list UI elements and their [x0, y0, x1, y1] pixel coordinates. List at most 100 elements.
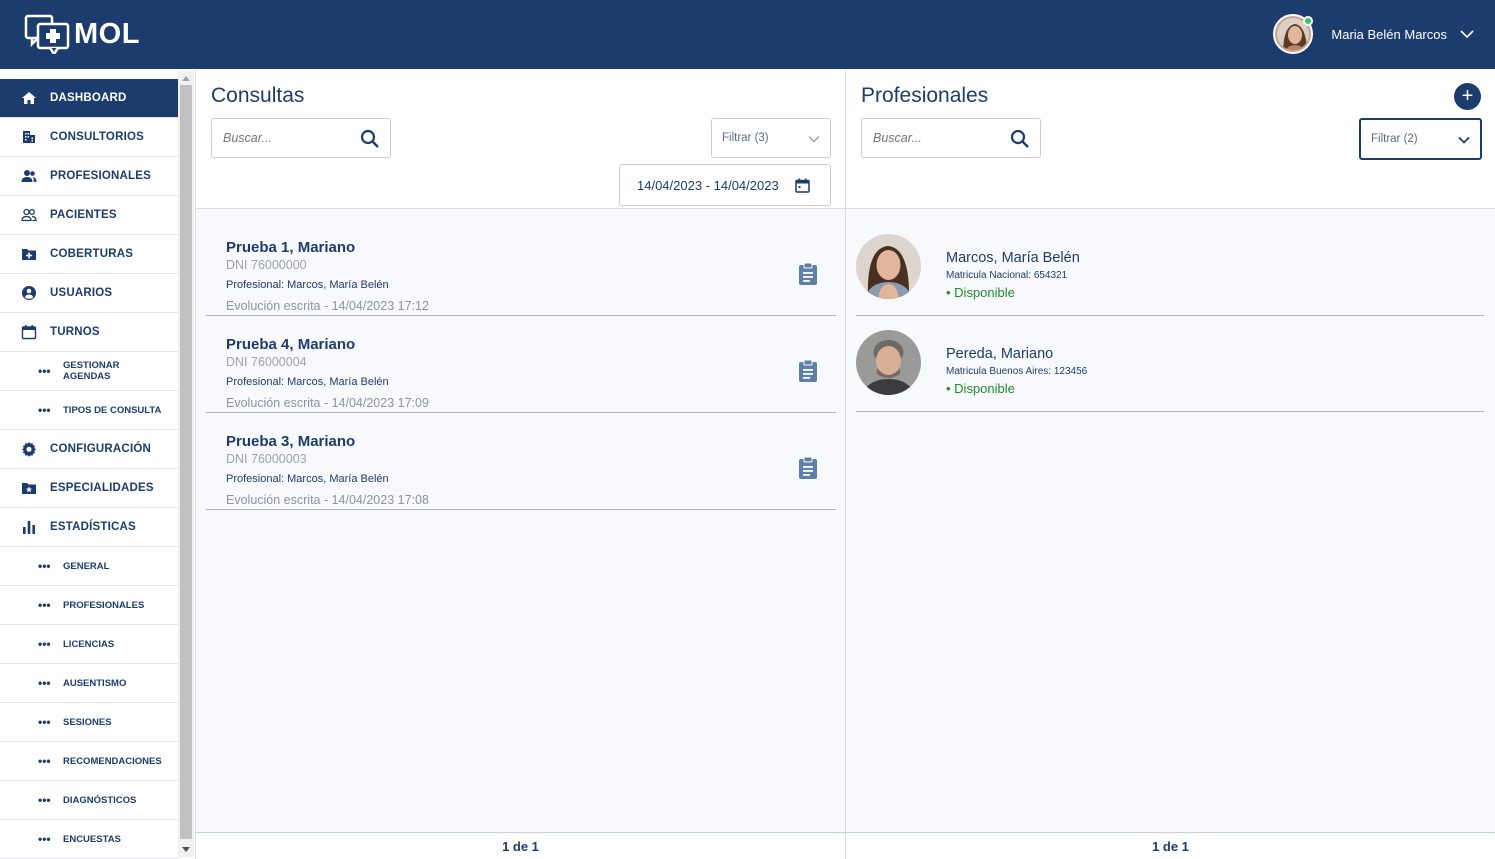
top-bar: MOL Maria Belén Marcos	[0, 0, 1495, 69]
calendar-icon[interactable]	[795, 178, 810, 193]
sidebar-item-label: LICENCIAS	[63, 638, 115, 650]
scroll-up-arrow-icon[interactable]	[182, 76, 190, 81]
sidebar-subitem-ausentismo[interactable]: ••• AUSENTISMO	[0, 664, 178, 703]
building-icon	[0, 129, 50, 145]
bullet-icon: •••	[38, 754, 51, 768]
sidebar-subitem-tipos-de-consulta[interactable]: ••• TIPOS DE CONSULTA	[0, 391, 178, 430]
profesional-name: Pereda, Mariano	[946, 346, 1054, 362]
search-icon[interactable]	[1010, 129, 1030, 149]
scroll-down-arrow-icon[interactable]	[182, 847, 190, 852]
bullet-icon: •••	[38, 403, 51, 417]
clipboard-icon[interactable]	[797, 262, 819, 286]
patient-name: Prueba 1, Mariano	[226, 239, 356, 256]
folder-star-icon	[0, 480, 50, 496]
consulta-list-item[interactable]: Prueba 4, Mariano DNI 76000004 Profesion…	[206, 316, 836, 413]
online-status-dot	[1303, 16, 1314, 26]
user-avatar[interactable]	[1273, 14, 1314, 54]
sidebar-item-pacientes[interactable]: PACIENTES	[0, 196, 178, 235]
sidebar-item-label: COBERTURAS	[50, 248, 134, 260]
sidebar-item-usuarios[interactable]: USUARIOS	[0, 274, 178, 313]
consultas-header: Consultas Filtrar (3) 14/04/2023 - 14/04…	[196, 70, 845, 209]
profesionales-search[interactable]	[861, 118, 1041, 158]
consultas-filter-select[interactable]: Filtrar (3)	[711, 118, 831, 158]
sidebar-subitem-sesiones[interactable]: ••• SESIONES	[0, 703, 178, 742]
sidebar-subitem-recomendaciones[interactable]: ••• RECOMENDACIONES	[0, 742, 178, 781]
sidebar-item-label: USUARIOS	[50, 287, 113, 299]
consultas-search[interactable]	[211, 118, 391, 158]
bullet-icon: •••	[38, 676, 51, 690]
sidebar-item-consultorios[interactable]: CONSULTORIOS	[0, 118, 178, 157]
sidebar-subitem-licencias[interactable]: ••• LICENCIAS	[0, 625, 178, 664]
sidebar-item-profesionales[interactable]: PROFESIONALES	[0, 157, 178, 196]
profesional-list-item[interactable]: Pereda, Mariano Matricula Buenos Aires: …	[856, 315, 1484, 412]
consulta-list-item[interactable]: Prueba 3, Mariano DNI 76000003 Profesion…	[206, 413, 836, 510]
profesional-matricula: Matricula Buenos Aires: 123456	[946, 366, 1088, 377]
sidebar-item-label: RECOMENDACIONES	[63, 755, 162, 767]
consulta-evolucion: Evolución escrita - 14/04/2023 17:08	[226, 493, 429, 507]
people-outline-icon	[0, 207, 50, 223]
sidebar-item-label: DIAGNÓSTICOS	[63, 794, 137, 806]
bullet-icon: •••	[38, 364, 51, 378]
sidebar-scrollbar[interactable]	[178, 71, 194, 857]
status-badge: • Disponible	[946, 381, 1015, 396]
scroll-thumb[interactable]	[180, 85, 192, 839]
sidebar-subitem-general[interactable]: ••• GENERAL	[0, 547, 178, 586]
profesionales-header: Profesionales + Filtrar (2)	[846, 70, 1495, 209]
filter-label: Filtrar (3)	[722, 132, 769, 144]
sidebar-subitem-diagnosticos[interactable]: ••• DIAGNÓSTICOS	[0, 781, 178, 820]
app-logo[interactable]: MOL	[24, 14, 140, 54]
consultas-title: Consultas	[211, 84, 305, 107]
chevron-down-icon	[808, 135, 820, 143]
profesional-photo	[856, 234, 921, 299]
date-range-picker[interactable]: 14/04/2023 - 14/04/2023	[619, 164, 831, 206]
sidebar-item-label: GENERAL	[63, 560, 110, 572]
sidebar-subitem-gestionar-agendas[interactable]: ••• GESTIONAR AGENDAS	[0, 352, 178, 391]
sidebar-item-configuracion[interactable]: CONFIGURACIÓN	[0, 430, 178, 469]
sidebar-item-label: PROFESIONALES	[50, 170, 152, 182]
sidebar-item-label: PACIENTES	[50, 209, 117, 221]
sidebar-item-label: ENCUESTAS	[63, 833, 121, 845]
sidebar-item-label: ESPECIALIDADES	[50, 482, 154, 494]
consulta-list-item[interactable]: Prueba 1, Mariano DNI 76000000 Profesion…	[206, 219, 836, 316]
status-badge: • Disponible	[946, 285, 1015, 300]
patient-dni: DNI 76000003	[226, 452, 307, 466]
bar-chart-icon	[0, 519, 50, 535]
sidebar-item-especialidades[interactable]: ESPECIALIDADES	[0, 469, 178, 508]
sidebar-item-label: TIPOS DE CONSULTA	[63, 404, 162, 416]
profesionales-pagination: 1 de 1	[846, 832, 1495, 859]
sidebar-subitem-encuestas[interactable]: ••• ENCUESTAS	[0, 820, 178, 859]
bullet-icon: •••	[38, 715, 51, 729]
chevron-down-icon[interactable]	[1459, 26, 1475, 42]
sidebar-item-dashboard[interactable]: DASHBOARD	[0, 79, 178, 118]
consultas-search-input[interactable]	[223, 131, 353, 145]
sidebar-item-label: SESIONES	[63, 716, 112, 728]
sidebar-item-label: AUSENTISMO	[63, 677, 127, 689]
profesional-avatar	[856, 234, 921, 299]
bullet-icon: •••	[38, 598, 51, 612]
people-icon	[0, 168, 50, 184]
profesionales-filter-select[interactable]: Filtrar (2)	[1359, 118, 1482, 160]
patient-name: Prueba 4, Mariano	[226, 336, 356, 353]
home-icon	[0, 90, 50, 106]
bullet-icon: •••	[38, 793, 51, 807]
sidebar-item-label: GESTIONAR AGENDAS	[63, 360, 120, 382]
sidebar-item-turnos[interactable]: TURNOS	[0, 313, 178, 352]
sidebar-subitem-profesionales[interactable]: ••• PROFESIONALES	[0, 586, 178, 625]
sidebar-item-label: TURNOS	[50, 326, 100, 338]
sidebar-item-coberturas[interactable]: COBERTURAS	[0, 235, 178, 274]
consulta-evolucion: Evolución escrita - 14/04/2023 17:09	[226, 396, 429, 410]
consulta-profesional: Profesional: Marcos, María Belén	[226, 279, 389, 291]
profesionales-search-input[interactable]	[873, 131, 1003, 145]
clipboard-icon[interactable]	[797, 456, 819, 480]
date-range-value: 14/04/2023 - 14/04/2023	[637, 177, 779, 193]
profesional-list-item[interactable]: Marcos, María Belén Matricula Nacional: …	[856, 219, 1484, 316]
user-circle-icon	[0, 285, 50, 301]
calendar-icon	[0, 324, 50, 340]
clipboard-icon[interactable]	[797, 359, 819, 383]
consultas-panel: Consultas Filtrar (3) 14/04/2023 - 14/04…	[195, 70, 845, 859]
add-profesional-button[interactable]: +	[1454, 83, 1481, 110]
sidebar-item-label: PROFESIONALES	[63, 599, 145, 611]
sidebar-item-estadisticas[interactable]: ESTADÍSTICAS	[0, 508, 178, 547]
search-icon[interactable]	[360, 129, 380, 149]
user-menu[interactable]: Maria Belén Marcos	[1273, 14, 1475, 54]
